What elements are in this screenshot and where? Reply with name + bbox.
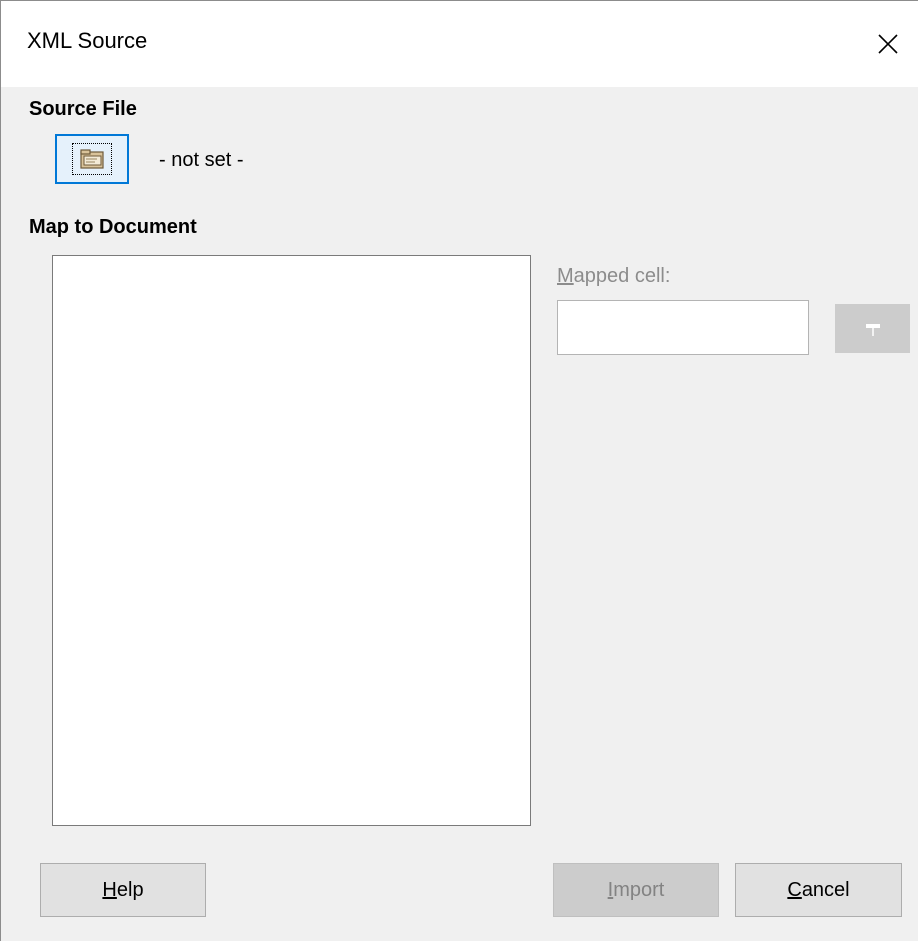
focus-ring [72, 143, 112, 175]
map-to-document-heading: Map to Document [29, 216, 197, 238]
mapped-cell-label: Mapped cell: [557, 265, 671, 287]
mapped-cell-input[interactable] [557, 300, 809, 355]
close-button[interactable] [858, 1, 918, 87]
xml-source-dialog: XML Source Source File - not set - Map t… [0, 0, 918, 941]
xml-structure-tree[interactable] [52, 255, 531, 826]
help-button[interactable]: Help [40, 863, 206, 917]
close-icon [878, 34, 898, 54]
source-file-status: - not set - [159, 149, 244, 171]
folder-icon [80, 149, 104, 169]
source-file-heading: Source File [29, 98, 137, 120]
title-bar: XML Source [1, 1, 918, 87]
import-button[interactable]: Import [553, 863, 719, 917]
dialog-title: XML Source [27, 28, 148, 53]
shrink-dialog-icon [865, 323, 880, 336]
shrink-dialog-button[interactable] [835, 304, 910, 353]
browse-source-file-button[interactable] [55, 134, 129, 184]
cancel-button[interactable]: Cancel [735, 863, 902, 917]
